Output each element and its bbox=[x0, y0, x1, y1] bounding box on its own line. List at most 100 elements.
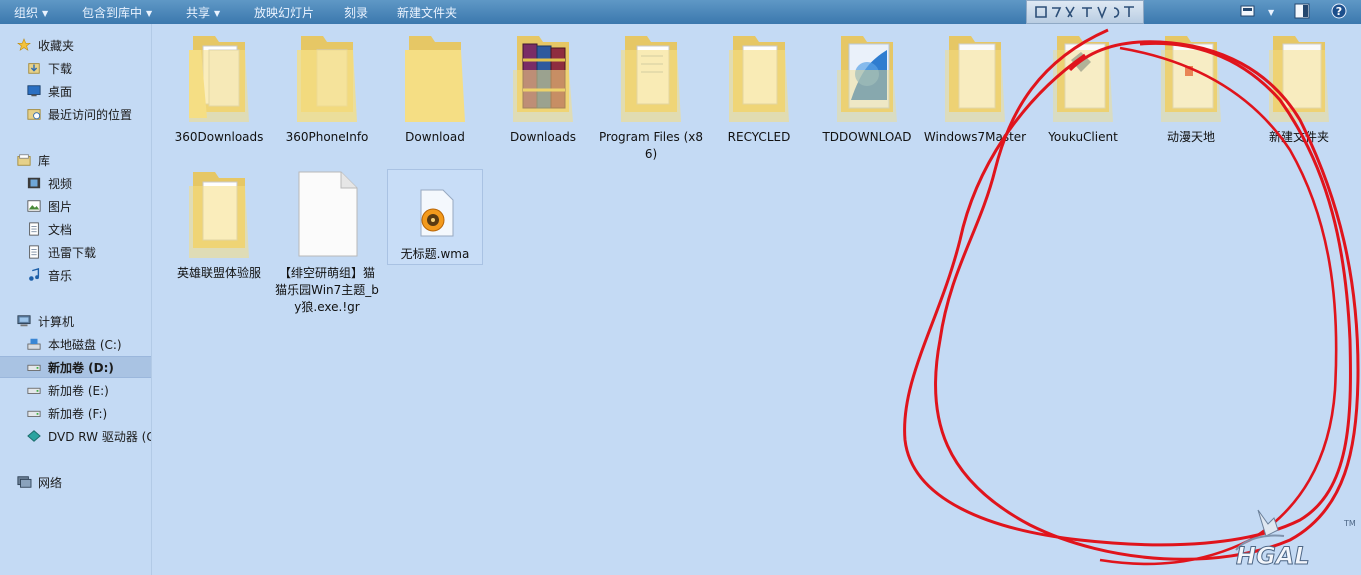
file-name: 360PhoneInfo bbox=[285, 130, 369, 144]
nav-downloads-label: 下载 bbox=[48, 61, 73, 76]
nav-pictures-label: 图片 bbox=[48, 199, 73, 214]
nav-favorites-label: 收藏夹 bbox=[38, 38, 75, 53]
music-note-icon bbox=[29, 268, 40, 281]
folder-item[interactable]: Download bbox=[383, 30, 487, 146]
file-name: Download bbox=[405, 130, 465, 144]
nav-desktop-label: 桌面 bbox=[48, 84, 73, 99]
folder-item[interactable]: 动漫天地 bbox=[1139, 30, 1243, 146]
nav-drive-c[interactable]: 本地磁盘 (C:) bbox=[26, 333, 151, 355]
nav-documents[interactable]: 文档 bbox=[26, 218, 151, 240]
file-name: 新建文件夹 bbox=[1268, 130, 1329, 144]
nav-libraries-label: 库 bbox=[38, 153, 51, 168]
file-name: RECYCLED bbox=[727, 130, 791, 144]
nav-libraries[interactable]: 库 bbox=[16, 149, 151, 171]
help-icon[interactable]: ? bbox=[1331, 3, 1347, 19]
include-in-library-button[interactable]: 包含到库中 ▼ bbox=[82, 4, 152, 21]
recent-places-icon bbox=[27, 109, 41, 120]
folder-item[interactable]: Windows7Master bbox=[923, 30, 1027, 146]
nav-music[interactable]: 音乐 bbox=[26, 264, 151, 286]
file-name: YoukuClient bbox=[1048, 130, 1118, 144]
nav-pictures[interactable]: 图片 bbox=[26, 195, 151, 217]
nav-computer[interactable]: 计算机 bbox=[16, 310, 151, 332]
file-item[interactable]: 【绯空研萌组】猫猫乐园Win7主题_by狼.exe.!gr bbox=[275, 166, 379, 316]
desktop-icon bbox=[27, 85, 41, 97]
nav-drive-e[interactable]: 新加卷 (E:) bbox=[26, 379, 151, 401]
folder-icon bbox=[189, 36, 249, 122]
folder-item[interactable]: Downloads bbox=[491, 30, 595, 146]
nav-thunder-label: 迅雷下载 bbox=[48, 245, 97, 260]
nav-dvd-label: DVD RW 驱动器 (G bbox=[48, 429, 151, 444]
folder-item[interactable]: 新建文件夹 bbox=[1247, 30, 1351, 146]
document-icon bbox=[29, 222, 39, 236]
folder-item[interactable]: Program Files (x86) bbox=[599, 30, 703, 163]
computer-icon bbox=[17, 315, 31, 327]
nav-drive-d[interactable]: 新加卷 (D:) bbox=[0, 356, 151, 378]
folder-icon bbox=[837, 36, 897, 122]
hgal-watermark-logo: HGAL TM bbox=[1235, 509, 1356, 571]
view-dropdown-chevron-icon[interactable]: ▼ bbox=[1264, 5, 1274, 19]
nav-downloads[interactable]: 下载 bbox=[26, 57, 151, 79]
nav-drive-f[interactable]: 新加卷 (F:) bbox=[26, 402, 151, 424]
folder-icon bbox=[405, 36, 465, 122]
nav-computer-label: 计算机 bbox=[38, 314, 75, 329]
folder-item[interactable]: 英雄联盟体验服 bbox=[167, 166, 271, 282]
download-folder-icon bbox=[28, 63, 40, 74]
drive-icon bbox=[27, 410, 41, 417]
nav-drive-c-label: 本地磁盘 (C:) bbox=[48, 337, 122, 352]
nav-favorites[interactable]: 收藏夹 bbox=[16, 34, 151, 56]
nav-network[interactable]: 网络 bbox=[16, 471, 151, 493]
folder-item[interactable]: 360PhoneInfo bbox=[275, 30, 379, 146]
nav-documents-label: 文档 bbox=[48, 222, 73, 237]
library-icon bbox=[17, 154, 31, 166]
svg-text:?: ? bbox=[1336, 5, 1342, 18]
folder-item[interactable]: TDDOWNLOAD bbox=[815, 30, 919, 146]
folder-icon bbox=[1269, 36, 1329, 122]
video-icon bbox=[27, 177, 41, 189]
command-bar: 组织 ▼ 包含到库中 ▼ 共享 ▼ 放映幻灯片 刻录 新建文件夹 ▼ ? bbox=[0, 0, 1361, 24]
folder-icon bbox=[945, 36, 1005, 122]
file-name: 【绯空研萌组】猫猫乐园Win7主题_by狼.exe.!gr bbox=[275, 266, 379, 314]
theme-logo bbox=[1026, 0, 1144, 24]
document-icon bbox=[29, 245, 39, 259]
network-icon bbox=[17, 476, 32, 488]
nav-desktop[interactable]: 桌面 bbox=[26, 80, 151, 102]
dvd-drive-icon bbox=[27, 430, 41, 442]
navigation-pane: 收藏夹 下载 桌面 最近访问的位置 库 视频 图片 文档 迅雷下载 音乐 计算机 bbox=[0, 24, 152, 575]
drive-icon bbox=[27, 387, 41, 394]
folder-icon bbox=[189, 172, 249, 258]
folder-item[interactable]: 360Downloads bbox=[167, 30, 271, 146]
folder-icon bbox=[729, 36, 789, 122]
organize-button[interactable]: 组织 ▼ bbox=[14, 4, 48, 21]
folder-item[interactable]: RECYCLED bbox=[707, 30, 811, 146]
file-list: 360Downloads 360PhoneInfo Download Downl… bbox=[152, 24, 1361, 575]
file-name: TDDOWNLOAD bbox=[822, 130, 912, 144]
nav-drive-e-label: 新加卷 (E:) bbox=[48, 383, 109, 398]
nav-drive-f-label: 新加卷 (F:) bbox=[48, 406, 108, 421]
nav-thunder-downloads[interactable]: 迅雷下载 bbox=[26, 241, 151, 263]
nav-videos-label: 视频 bbox=[48, 176, 73, 191]
file-name: 动漫天地 bbox=[1166, 130, 1215, 144]
file-name: Windows7Master bbox=[923, 130, 1027, 144]
share-button[interactable]: 共享 ▼ bbox=[186, 4, 220, 21]
nav-videos[interactable]: 视频 bbox=[26, 172, 151, 194]
drive-icon bbox=[27, 364, 41, 371]
file-item[interactable]: 无标题.wma bbox=[387, 169, 483, 265]
folder-item[interactable]: YoukuClient bbox=[1031, 30, 1135, 146]
folder-icon bbox=[621, 36, 681, 122]
nav-recent-label: 最近访问的位置 bbox=[48, 107, 133, 122]
nav-recent-places[interactable]: 最近访问的位置 bbox=[26, 103, 151, 125]
burn-button[interactable]: 刻录 bbox=[344, 4, 368, 21]
change-view-icon[interactable] bbox=[1240, 3, 1256, 19]
svg-text:TM: TM bbox=[1343, 519, 1356, 528]
nav-network-label: 网络 bbox=[38, 475, 63, 490]
archive-folder-icon bbox=[513, 36, 573, 122]
picture-icon bbox=[27, 200, 41, 212]
star-icon bbox=[17, 38, 31, 51]
folder-icon bbox=[1053, 36, 1113, 122]
new-folder-button[interactable]: 新建文件夹 bbox=[397, 4, 457, 21]
preview-pane-icon[interactable] bbox=[1294, 3, 1310, 19]
blank-file-icon bbox=[298, 171, 358, 257]
file-name: Program Files (x86) bbox=[599, 130, 704, 161]
slideshow-button[interactable]: 放映幻灯片 bbox=[254, 4, 314, 21]
nav-dvd-drive[interactable]: DVD RW 驱动器 (G bbox=[26, 425, 151, 447]
